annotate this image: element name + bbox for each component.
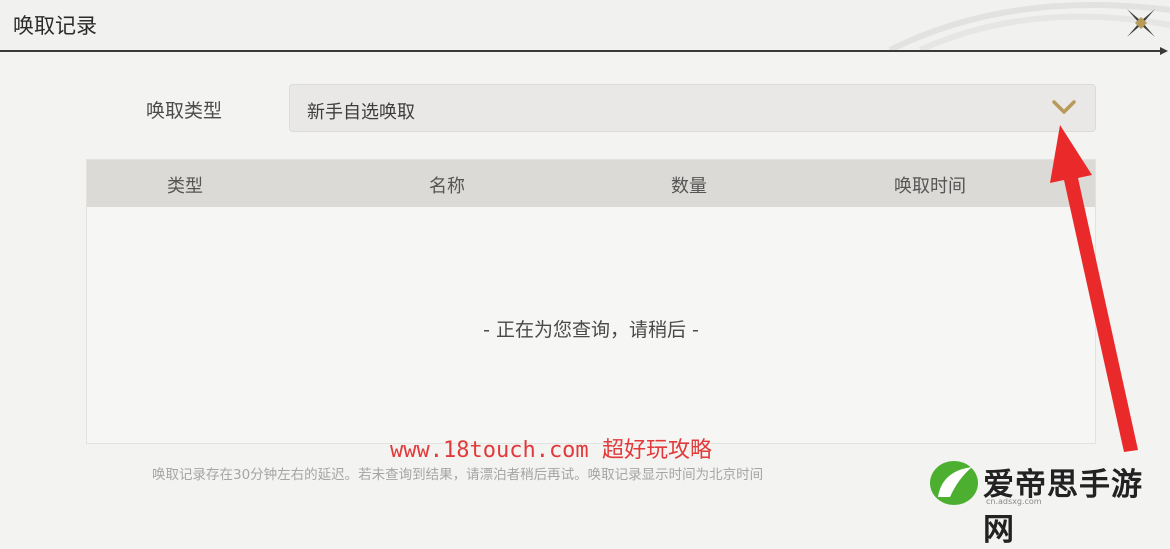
- header-bar: 唤取记录: [0, 0, 1170, 50]
- records-table: 类型 名称 数量 唤取时间 - 正在为您查询，请稍后 -: [86, 159, 1096, 444]
- loading-message: - 正在为您查询，请稍后 -: [483, 319, 699, 341]
- page-title: 唤取记录: [13, 14, 97, 38]
- footer-note: 唤取记录存在30分钟左右的延迟。若未查询到结果，请漂泊者稍后再试。唤取记录显示时…: [152, 467, 764, 483]
- column-header-time: 唤取时间: [894, 176, 966, 197]
- header-divider: [0, 47, 1168, 55]
- site-logo: 爱帝思手游网 cn.adsxg.com: [928, 455, 1170, 548]
- type-label: 唤取类型: [146, 100, 223, 122]
- watermark: www.18touch.com 超好玩攻略: [390, 432, 712, 464]
- chevron-down-icon: [1052, 100, 1076, 114]
- site-url: cn.adsxg.com: [986, 497, 1042, 506]
- column-header-quantity: 数量: [671, 176, 707, 197]
- watermark-text: 超好玩攻略: [601, 438, 712, 463]
- table-header: 类型 名称 数量 唤取时间: [87, 160, 1095, 207]
- type-select[interactable]: 新手自选唤取: [289, 84, 1096, 132]
- column-header-name: 名称: [429, 176, 465, 197]
- leaf-logo-icon: [930, 461, 978, 505]
- watermark-url: www.18touch.com: [390, 438, 589, 463]
- column-header-type: 类型: [167, 176, 203, 197]
- red-arrow-annotation: [1050, 125, 1138, 452]
- type-select-value: 新手自选唤取: [307, 102, 415, 123]
- close-x-icon: [1127, 9, 1155, 37]
- close-button[interactable]: [1122, 4, 1160, 42]
